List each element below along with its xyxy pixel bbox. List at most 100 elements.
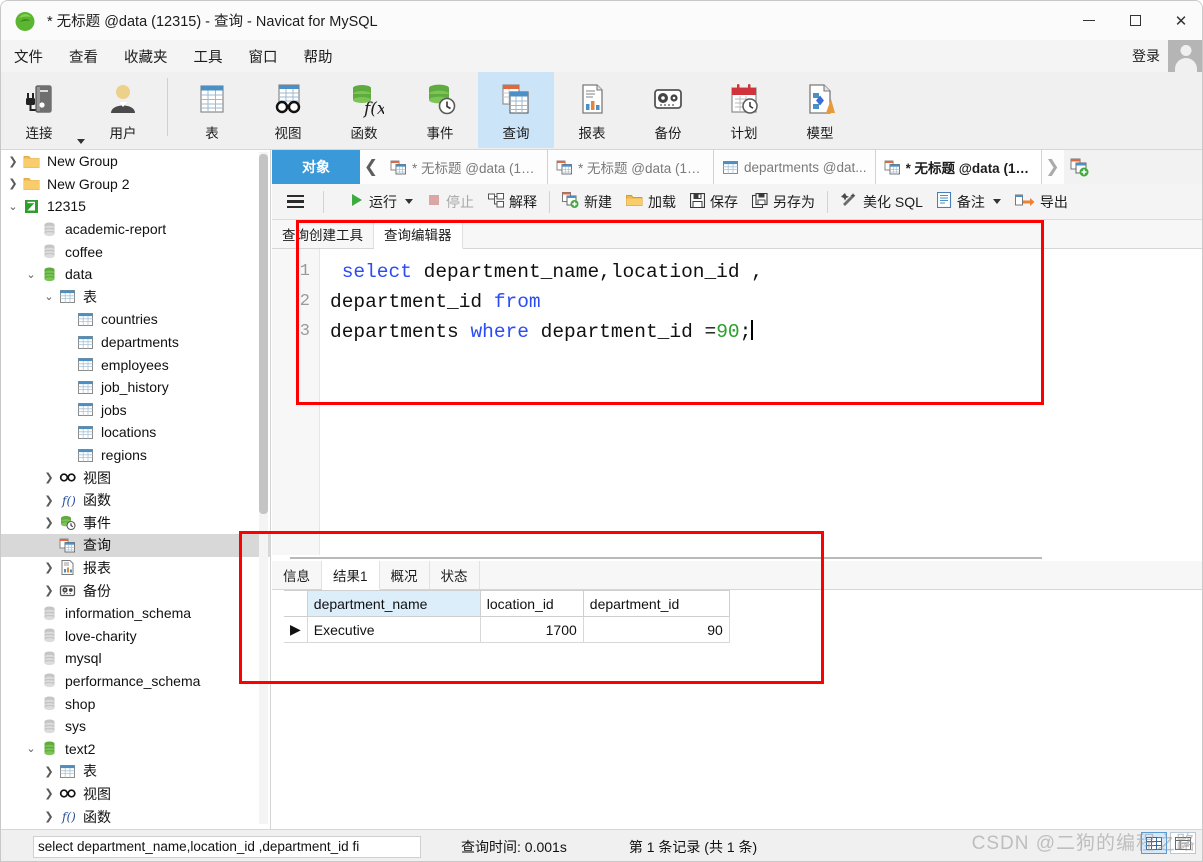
result-tab-2[interactable]: 概况 (380, 561, 430, 589)
explain-button[interactable]: 解释 (481, 189, 544, 215)
menu-file[interactable]: 文件 (1, 43, 56, 70)
result-grid[interactable]: department_name location_id department_i… (284, 590, 1202, 643)
sidebar-scrollbar-thumb[interactable] (259, 154, 268, 514)
menu-view[interactable]: 查看 (56, 43, 111, 70)
tree-item-shop[interactable]: shop (1, 692, 270, 715)
table-cell[interactable]: 1700 (480, 616, 584, 643)
column-header-location-id[interactable]: location_id (480, 590, 584, 617)
tree-item-coffee[interactable]: coffee (1, 240, 270, 263)
toolbar-item-table[interactable]: 表 (174, 72, 250, 148)
sql-code-text[interactable]: select department_name,location_id , dep… (320, 249, 1202, 555)
toolbar-item-backup[interactable]: 备份 (630, 72, 706, 148)
tree-item-text2[interactable]: ⌄ text2 (1, 737, 270, 760)
tree-item-mysql[interactable]: mysql (1, 647, 270, 670)
document-tab-2[interactable]: departments @dat... (714, 150, 876, 184)
tree-item-information_schema[interactable]: information_schema (1, 602, 270, 625)
chevron-right-icon[interactable]: ❯ (5, 177, 21, 190)
close-button[interactable]: ✕ (1158, 1, 1202, 40)
tab-query-editor[interactable]: 查询编辑器 (374, 220, 463, 249)
chevron-right-icon[interactable]: ❯ (5, 155, 21, 168)
toolbar-item-user[interactable]: 用户 (85, 72, 161, 148)
beautify-sql-button[interactable]: 美化 SQL (833, 189, 930, 215)
menu-window[interactable]: 窗口 (236, 43, 291, 70)
tree-item-NewGroup2[interactable]: ❯ New Group 2 (1, 173, 270, 196)
chevron-right-icon[interactable]: ❯ (1041, 150, 1064, 184)
maximize-button[interactable] (1112, 1, 1158, 40)
user-avatar-icon[interactable] (1168, 40, 1202, 72)
tree-item-[interactable]: ❯ 表 (1, 760, 270, 783)
tree-item-jobs[interactable]: jobs (1, 399, 270, 422)
column-header-department-name[interactable]: department_name (307, 590, 481, 617)
code-area[interactable]: 1 2 3 select department_name,location_id ,… (272, 249, 1202, 555)
save-button[interactable]: 保存 (683, 189, 745, 215)
load-button[interactable]: 加载 (619, 189, 683, 215)
tree-item-[interactable]: ❯ 报表 (1, 557, 270, 580)
tree-item-sys[interactable]: sys (1, 715, 270, 738)
chevron-down-icon[interactable] (77, 139, 85, 144)
tree-item-love-charity[interactable]: love-charity (1, 624, 270, 647)
table-row[interactable]: ▶ Executive 1700 90 (284, 616, 730, 643)
result-tab-0[interactable]: 信息 (272, 561, 322, 589)
tree-item-[interactable]: ❯ f() 函数 (1, 489, 270, 512)
tree-item-locations[interactable]: locations (1, 421, 270, 444)
toolbar-item-event[interactable]: 事件 (402, 72, 478, 148)
save-as-button[interactable]: 另存为 (745, 189, 822, 215)
table-cell[interactable]: 90 (583, 616, 730, 643)
new-query-tab-icon[interactable] (1063, 150, 1094, 184)
chevron-down-icon[interactable] (992, 199, 1001, 204)
tree-item-countries[interactable]: countries (1, 308, 270, 331)
tree-item-academic-report[interactable]: academic-report (1, 218, 270, 241)
chevron-down-icon[interactable]: ⌄ (5, 200, 21, 213)
toolbar-item-function[interactable]: f(x) 函数 (326, 72, 402, 148)
chevron-right-icon[interactable]: ❯ (41, 765, 57, 778)
tree-item-[interactable]: 查询 (1, 534, 270, 557)
chevron-down-icon[interactable]: ⌄ (23, 268, 39, 281)
toolbar-item-schedule[interactable]: 计划 (706, 72, 782, 148)
tree-item-performance_schema[interactable]: performance_schema (1, 670, 270, 693)
minimize-button[interactable] (1066, 1, 1112, 40)
tab-query-builder[interactable]: 查询创建工具 (272, 220, 374, 248)
document-tab-0[interactable]: * 无标题 @data (12... (382, 150, 548, 184)
toolbar-item-query[interactable]: 查询 (478, 72, 554, 148)
chevron-right-icon[interactable]: ❯ (41, 810, 57, 823)
tree-item-[interactable]: ❯ 视图 (1, 466, 270, 489)
document-tab-3[interactable]: * 无标题 @data (12... (875, 150, 1042, 184)
run-button[interactable]: 运行 (343, 189, 420, 215)
tree-item-data[interactable]: ⌄ data (1, 263, 270, 286)
table-cell[interactable]: Executive (307, 616, 481, 643)
tab-objects[interactable]: 对象 (272, 150, 360, 184)
splitter-grip[interactable] (290, 557, 1042, 559)
document-tab-1[interactable]: * 无标题 @data (12... (548, 150, 714, 184)
object-tree-sidebar[interactable]: ❯ New Group ❯ New Group 2 ⌄ 12315 academic-rep… (1, 150, 271, 829)
menu-tools[interactable]: 工具 (181, 43, 236, 70)
status-sql-preview[interactable]: select department_name,location_id ,depa… (33, 835, 421, 858)
grid-view-icon[interactable] (1141, 832, 1167, 854)
toolbar-item-report[interactable]: 报表 (554, 72, 630, 148)
chevron-right-icon[interactable]: ❯ (41, 561, 57, 574)
tree-item-[interactable]: ❯ 视图 (1, 783, 270, 806)
toolbar-item-view[interactable]: 视图 (250, 72, 326, 148)
chevron-down-icon[interactable] (405, 199, 413, 204)
tree-item-[interactable]: ❯ f() 函数 (1, 805, 270, 828)
tree-item-12315[interactable]: ⌄ 12315 (1, 195, 270, 218)
chevron-down-icon[interactable]: ⌄ (41, 290, 57, 303)
tree-item-[interactable]: ❯ 事件 (1, 512, 270, 535)
result-tab-3[interactable]: 状态 (430, 561, 480, 589)
menu-help[interactable]: 帮助 (291, 43, 346, 70)
tree-item-departments[interactable]: departments (1, 331, 270, 354)
chevron-down-icon[interactable]: ⌄ (23, 742, 39, 755)
toolbar-item-model[interactable]: 模型 (782, 72, 858, 148)
tree-item-employees[interactable]: employees (1, 353, 270, 376)
result-tab-1[interactable]: 结果1 (322, 561, 380, 590)
tree-item-regions[interactable]: regions (1, 444, 270, 467)
tree-item-[interactable]: ❯ 备份 (1, 579, 270, 602)
comment-button[interactable]: 备注 (930, 189, 1008, 215)
chevron-right-icon[interactable]: ❯ (41, 471, 57, 484)
tree-item-[interactable]: ⌄ 表 (1, 286, 270, 309)
chevron-right-icon[interactable]: ❯ (41, 787, 57, 800)
tree-item-job_history[interactable]: job_history (1, 376, 270, 399)
chevron-right-icon[interactable]: ❯ (41, 584, 57, 597)
toolbar-item-connection[interactable]: 连接 (1, 72, 77, 148)
menu-favorites[interactable]: 收藏夹 (111, 43, 181, 70)
chevron-right-icon[interactable]: ❯ (41, 516, 57, 529)
